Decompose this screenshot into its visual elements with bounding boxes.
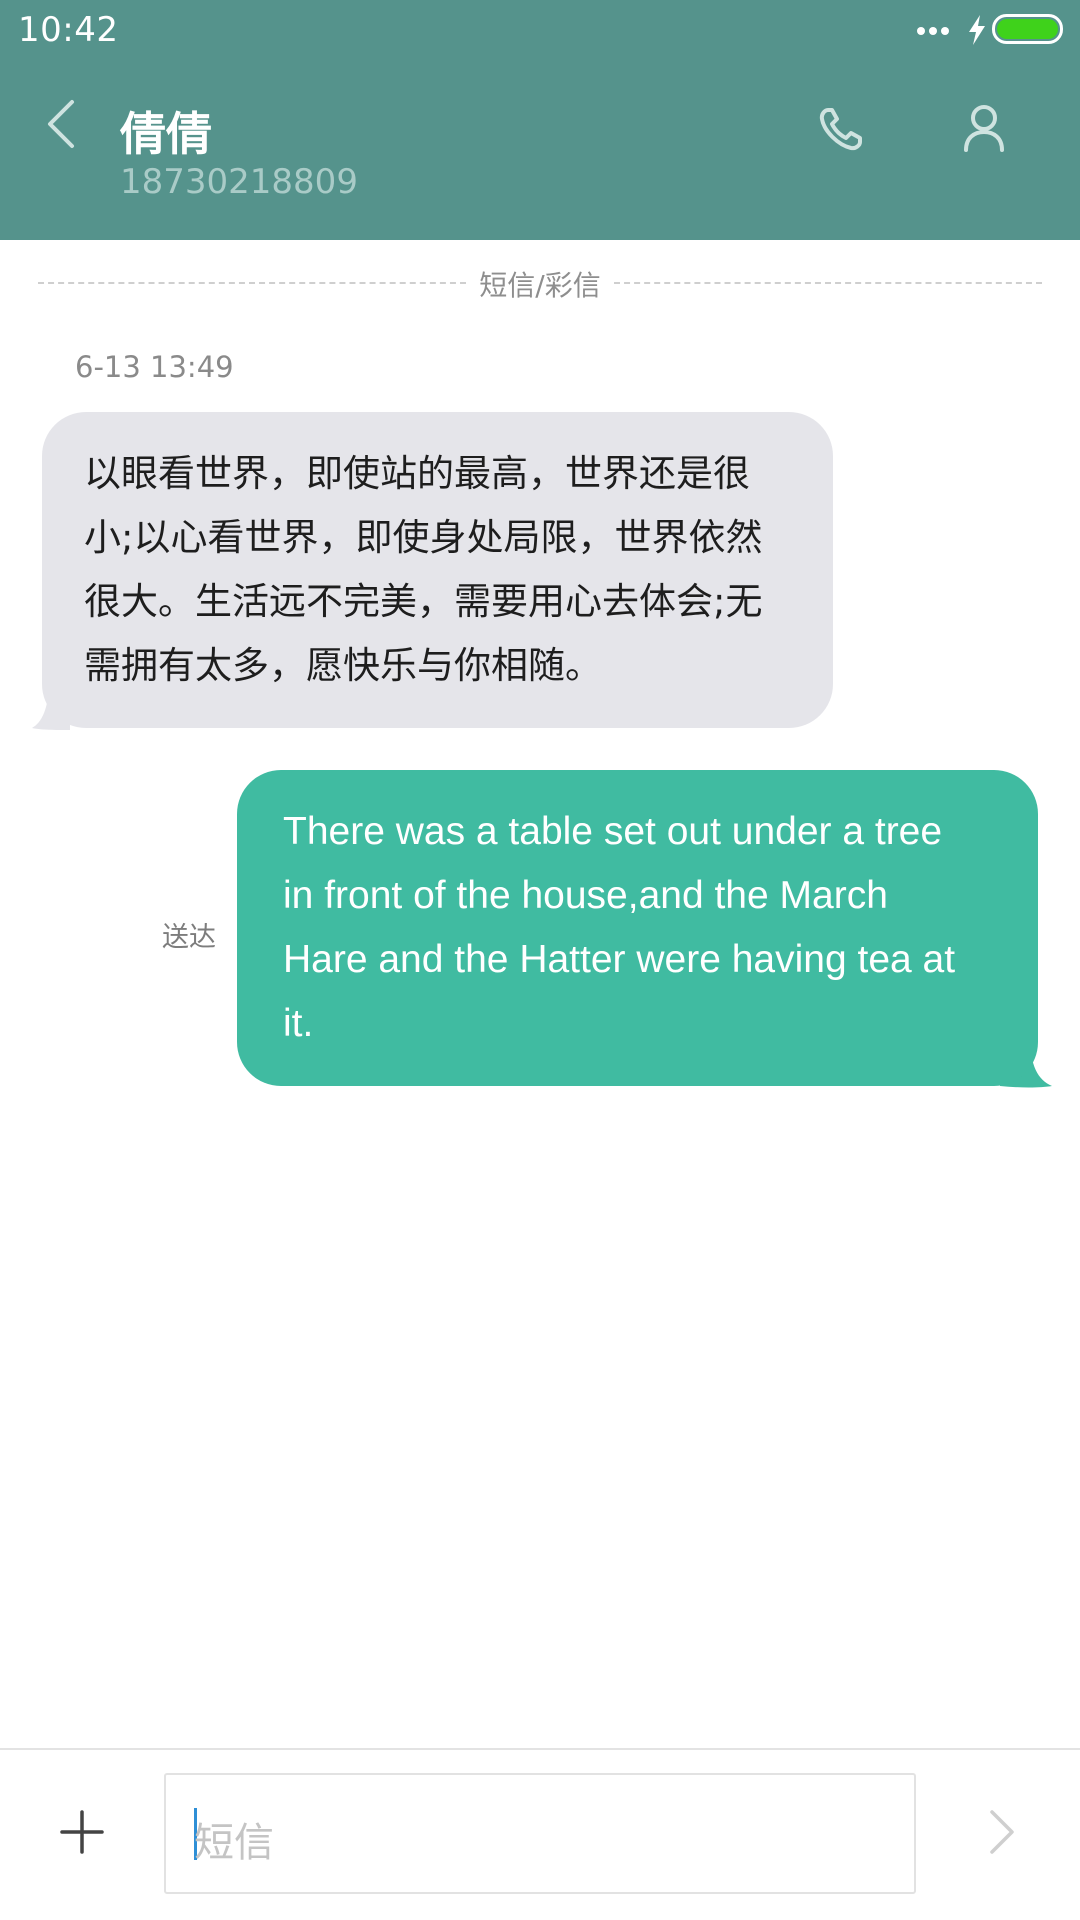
message-line: it. xyxy=(283,1002,314,1045)
message-line: 小;以心看世界，即使身处局限，世界依然 xyxy=(84,516,763,559)
battery-icon xyxy=(992,14,1063,44)
message-input[interactable] xyxy=(164,1773,916,1894)
message-timestamp: 6-13 13:49 xyxy=(75,350,234,384)
charging-bolt-icon xyxy=(969,15,985,45)
message-line: There was a table set out under a tree xyxy=(283,810,943,853)
divider-line-left xyxy=(38,282,466,284)
received-message-text: 以眼看世界，即使站的最高，世界还是很 小;以心看世界，即使身处局限，世界依然 很… xyxy=(84,442,793,698)
channel-label: 短信/彩信 xyxy=(479,269,601,302)
send-chevron-icon[interactable] xyxy=(988,1808,1016,1856)
conversation-header: 10:42 倩倩 18730218809 xyxy=(0,0,1080,240)
message-line: Hare and the Hatter were having tea at xyxy=(283,938,956,981)
plus-icon[interactable] xyxy=(60,1810,104,1854)
sent-message-text: There was a table set out under a tree i… xyxy=(283,800,998,1056)
message-line: 需拥有太多，愿快乐与你相随。 xyxy=(84,644,602,687)
divider-line-right xyxy=(614,282,1042,284)
status-time: 10:42 xyxy=(18,10,119,50)
sent-message-bubble[interactable]: There was a table set out under a tree i… xyxy=(237,770,1038,1086)
back-arrow-icon[interactable] xyxy=(42,98,82,150)
delivery-status: 送达 xyxy=(162,922,216,953)
contact-number: 18730218809 xyxy=(120,162,358,202)
message-line: 以眼看世界，即使站的最高，世界还是很 xyxy=(84,452,750,495)
contact-name: 倩倩 xyxy=(120,107,212,161)
person-icon[interactable] xyxy=(962,102,1006,154)
phone-icon[interactable] xyxy=(816,104,866,154)
message-input-placeholder: 短信 xyxy=(194,1820,274,1866)
message-line: in front of the house,and the March xyxy=(283,874,888,917)
message-line: 很大。生活远不完美，需要用心去体会;无 xyxy=(84,580,763,623)
received-message-bubble[interactable]: 以眼看世界，即使站的最高，世界还是很 小;以心看世界，即使身处局限，世界依然 很… xyxy=(42,412,833,728)
more-dots-icon xyxy=(917,27,949,35)
